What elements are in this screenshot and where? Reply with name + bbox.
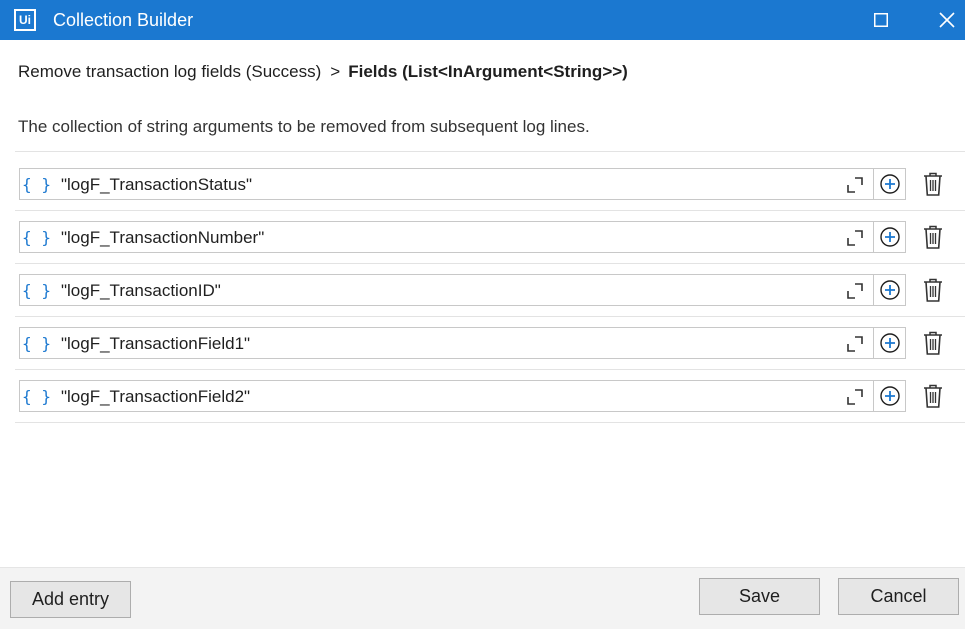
add-item-button[interactable] [873, 169, 906, 199]
list-item: { } "logF_TransactionID" [0, 258, 965, 311]
list-item: { } "logF_TransactionNumber" [0, 205, 965, 258]
close-icon [939, 12, 955, 28]
trash-icon[interactable] [921, 224, 945, 250]
breadcrumb-separator: > [330, 62, 341, 81]
collection-builder-dialog: Ui Collection Builder Remove transaction… [0, 0, 965, 629]
breadcrumb-current: Fields (List<InArgument<String>>) [348, 62, 628, 81]
entry-value[interactable]: "logF_TransactionStatus" [61, 175, 252, 195]
trash-icon[interactable] [921, 171, 945, 197]
expand-icon[interactable] [846, 229, 864, 247]
description-text: The collection of string arguments to be… [18, 117, 590, 136]
breadcrumb-parent: Remove transaction log fields (Success) [18, 62, 322, 81]
maximize-button[interactable] [858, 0, 904, 40]
entry-field[interactable]: { } "logF_TransactionID" [19, 274, 906, 306]
row-divider [15, 210, 965, 211]
maximize-icon [874, 13, 888, 27]
expression-braces-icon: { } [22, 280, 51, 300]
title-bar: Ui Collection Builder [0, 0, 965, 40]
save-button[interactable]: Save [699, 578, 820, 615]
entry-value[interactable]: "logF_TransactionField1" [61, 334, 250, 354]
expression-braces-icon: { } [22, 386, 51, 406]
row-divider [15, 316, 965, 317]
row-divider [15, 422, 965, 423]
entry-value[interactable]: "logF_TransactionID" [61, 281, 221, 301]
add-item-button[interactable] [873, 222, 906, 252]
add-item-button[interactable] [873, 381, 906, 411]
breadcrumb: Remove transaction log fields (Success) >… [18, 62, 628, 82]
add-item-button[interactable] [873, 328, 906, 358]
plus-circle-icon [880, 227, 900, 247]
expression-braces-icon: { } [22, 333, 51, 353]
entry-value[interactable]: "logF_TransactionField2" [61, 387, 250, 407]
expression-braces-icon: { } [22, 174, 51, 194]
plus-circle-icon [880, 174, 900, 194]
close-button[interactable] [924, 0, 965, 40]
entry-value[interactable]: "logF_TransactionNumber" [61, 228, 264, 248]
expand-icon[interactable] [846, 335, 864, 353]
dialog-footer: Add entry Save Cancel [0, 567, 965, 629]
add-entry-button[interactable]: Add entry [10, 581, 131, 618]
uipath-logo: Ui [14, 9, 36, 31]
list-item: { } "logF_TransactionField2" [0, 364, 965, 417]
window-title: Collection Builder [53, 10, 194, 30]
trash-icon[interactable] [921, 277, 945, 303]
plus-circle-icon [880, 280, 900, 300]
expand-icon[interactable] [846, 388, 864, 406]
plus-circle-icon [880, 386, 900, 406]
list-item: { } "logF_TransactionField1" [0, 311, 965, 364]
trash-icon[interactable] [921, 383, 945, 409]
cancel-button[interactable]: Cancel [838, 578, 959, 615]
expand-icon[interactable] [846, 176, 864, 194]
row-divider [15, 369, 965, 370]
entry-field[interactable]: { } "logF_TransactionField2" [19, 380, 906, 412]
entry-field[interactable]: { } "logF_TransactionField1" [19, 327, 906, 359]
expand-icon[interactable] [846, 282, 864, 300]
row-divider [15, 263, 965, 264]
plus-circle-icon [880, 333, 900, 353]
add-item-button[interactable] [873, 275, 906, 305]
list-item: { } "logF_TransactionStatus" [0, 152, 965, 205]
expression-braces-icon: { } [22, 227, 51, 247]
entry-field[interactable]: { } "logF_TransactionNumber" [19, 221, 906, 253]
entry-field[interactable]: { } "logF_TransactionStatus" [19, 168, 906, 200]
trash-icon[interactable] [921, 330, 945, 356]
